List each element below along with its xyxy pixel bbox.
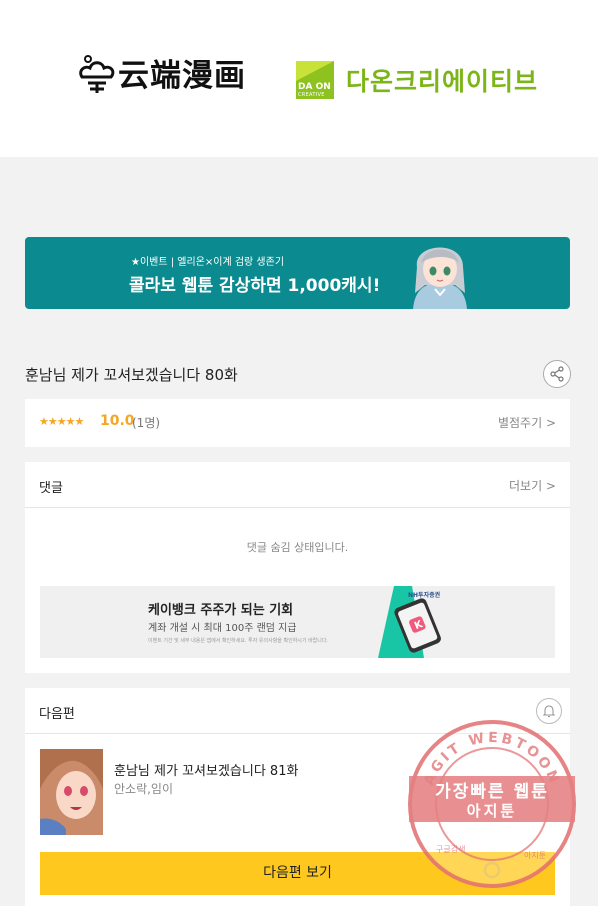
notification-button[interactable]: [536, 698, 562, 724]
rating-score: 10.0: [100, 413, 135, 429]
bell-icon: [542, 705, 556, 718]
logo-right-text: 다온크리에이티브: [346, 67, 539, 96]
next-episode-authors: 안소락,임이: [114, 782, 174, 796]
episode-title: 훈남님 제가 꼬셔보겠습니다 80화: [25, 366, 238, 384]
rating-card: ★★★★★ 10.0 (1명) 별점주기 >: [25, 399, 570, 447]
comment-more-link[interactable]: 더보기 >: [509, 477, 556, 494]
yunduan-manhua-logo[interactable]: 云端漫画: [78, 50, 246, 95]
stamp-line-1: 가장빠른 웹툰: [435, 782, 549, 802]
ad-fine-print: 이벤트 기간 및 세부 내용은 앱에서 확인하세요. 투자 유의사항을 확인하시…: [148, 638, 329, 644]
daon-mark-subtext: CREATIVE: [298, 92, 325, 98]
ad-title: 케이뱅크 주주가 되는 기회: [148, 603, 294, 618]
comment-card: 댓글 더보기 > 댓글 숨김 상태입니다. 케이뱅크 주주가 되는 기회 계좌 …: [25, 462, 570, 673]
daon-creative-logo[interactable]: DA ON CREATIVE 다온크리에이티브: [296, 61, 538, 99]
rating-stars: ★★★★★: [39, 415, 84, 428]
next-episode-button[interactable]: 다음편 보기: [40, 852, 555, 895]
banner-title: 콜라보 웹툰 감상하면 1,000캐시!: [129, 276, 381, 296]
kbank-ad-banner[interactable]: 케이뱅크 주주가 되는 기회 계좌 개설 시 최대 100주 랜덤 지급 이벤트…: [40, 586, 555, 658]
next-episode-thumbnail[interactable]: [40, 749, 103, 835]
daon-mark-text: DA ON: [298, 82, 331, 92]
share-button[interactable]: [543, 360, 571, 388]
rate-button[interactable]: 별점주기 >: [498, 414, 556, 431]
stamp-line-2: 아지툰: [466, 802, 518, 820]
daon-logo-mark: DA ON CREATIVE: [296, 61, 334, 99]
banner-character-illustration: [413, 247, 467, 309]
comment-header: 댓글 더보기 >: [25, 462, 570, 508]
next-episode-title[interactable]: 훈남님 제가 꼬셔보겠습니다 81화: [114, 760, 298, 779]
comments-hidden-message: 댓글 숨김 상태입니다.: [246, 541, 349, 554]
share-icon: [550, 366, 564, 382]
cloud-icon: [79, 54, 115, 93]
logo-left-text: 云端漫画: [118, 58, 246, 94]
next-episode-label: 다음편: [39, 707, 75, 722]
ad-subtitle: 계좌 개설 시 최대 100주 랜덤 지급: [148, 623, 297, 634]
comment-label: 댓글: [39, 481, 63, 496]
header-logo-bar: 云端漫画 DA ON CREATIVE 다온크리에이티브: [0, 0, 598, 157]
next-episode-header: 다음편: [25, 688, 570, 734]
event-banner[interactable]: ★이벤트 | 엘리온×이계 검랑 생존기 콜라보 웹툰 감상하면 1,000캐시…: [25, 237, 570, 309]
rating-count: (1명): [132, 416, 161, 430]
ad-brand: NH투자증권: [408, 592, 441, 599]
banner-subtitle: ★이벤트 | 엘리온×이계 검랑 생존기: [131, 257, 285, 268]
